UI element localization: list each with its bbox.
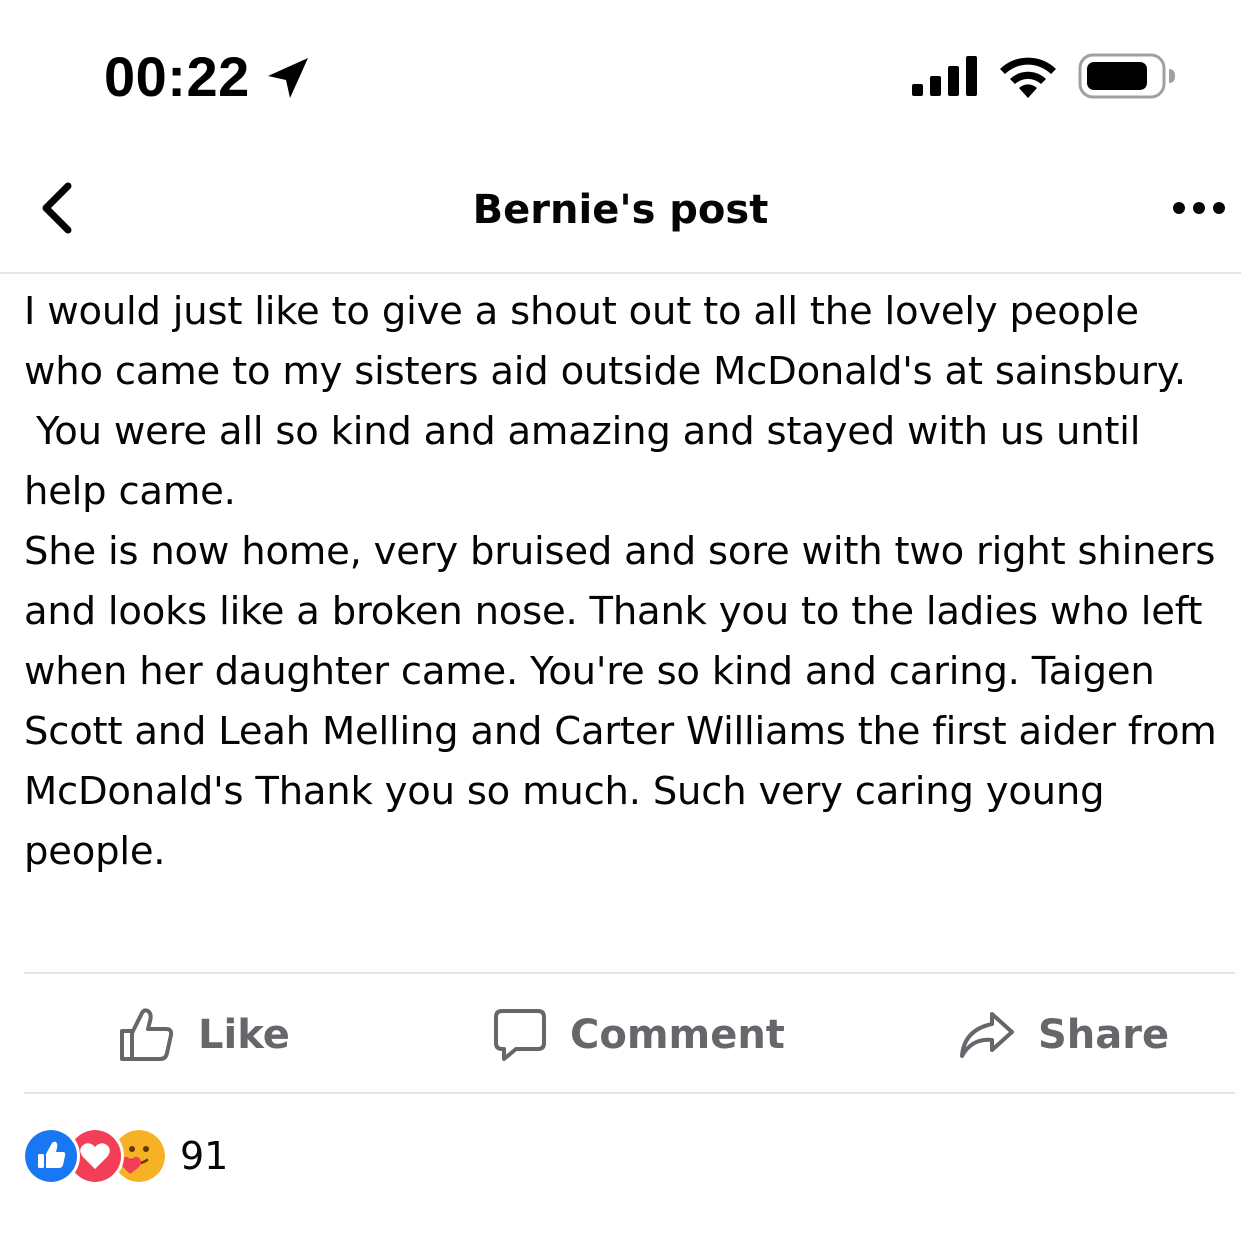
cellular-signal-icon: [912, 56, 977, 96]
like-button[interactable]: Like: [118, 1000, 290, 1070]
share-arrow-icon: [960, 1012, 1014, 1058]
reactions-summary[interactable]: 91: [22, 1127, 229, 1185]
post-text: I would just like to give a shout out to…: [24, 289, 1217, 874]
like-label: Like: [198, 1012, 290, 1058]
share-label: Share: [1038, 1012, 1170, 1058]
reaction-count: 91: [180, 1134, 229, 1178]
comment-bubble-icon: [494, 1009, 546, 1061]
post-header: Bernie's post: [0, 140, 1241, 274]
wifi-icon: [1000, 57, 1056, 98]
more-dots-icon[interactable]: [1172, 196, 1226, 220]
location-arrow-icon: [268, 58, 308, 98]
page-title: Bernie's post: [472, 187, 769, 233]
like-reaction-icon: [22, 1127, 80, 1185]
divider: [24, 972, 1235, 974]
status-bar: 00:22: [0, 0, 1241, 140]
divider: [24, 1092, 1235, 1094]
thumbs-up-icon: [120, 1008, 174, 1061]
comment-button[interactable]: Comment: [492, 1000, 785, 1070]
share-button[interactable]: Share: [958, 1000, 1169, 1070]
comment-label: Comment: [570, 1012, 785, 1058]
battery-icon: [1078, 53, 1175, 99]
status-time: 00:22: [104, 45, 250, 108]
